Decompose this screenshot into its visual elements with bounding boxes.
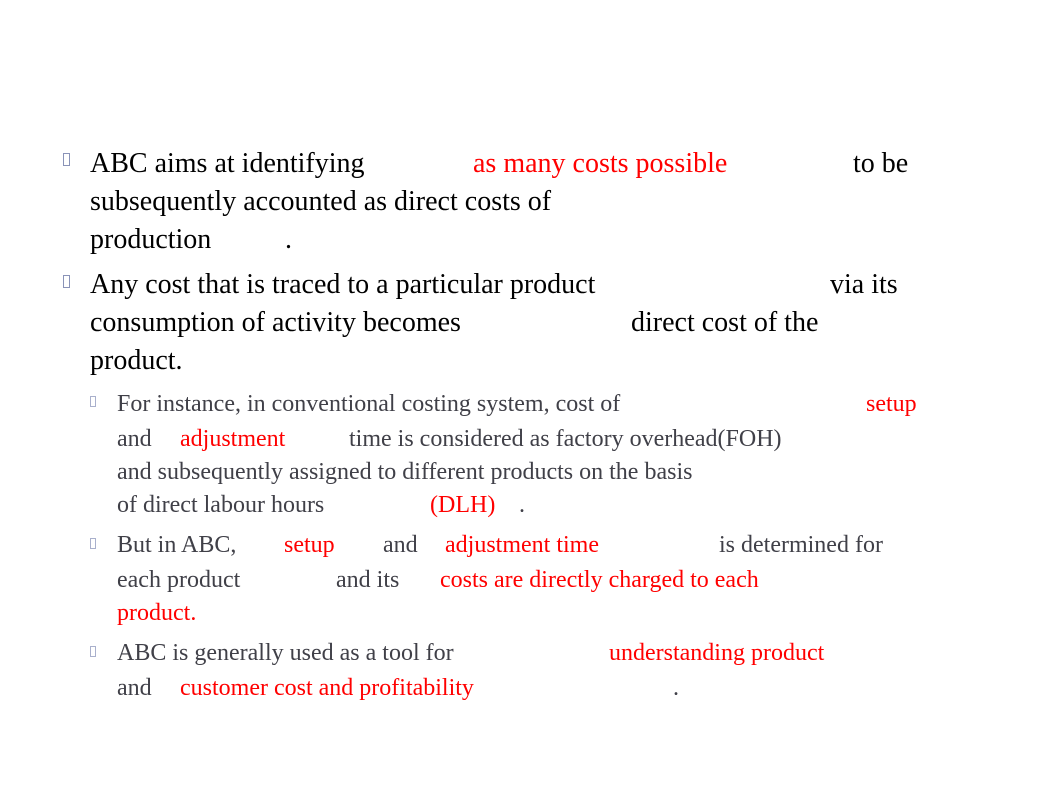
sub-bullet-1-text: time is considered as factory overhead(F… (349, 426, 782, 452)
sub-bullet-2-text: and its (336, 567, 400, 593)
sub-bullet-3-highlight: understanding product (609, 640, 825, 666)
sub-bullet-marker-icon (90, 396, 96, 407)
sub-bullet-marker-icon (90, 646, 96, 657)
bullet-1-text: production (90, 224, 212, 255)
sub-bullet-1-text: . (519, 492, 525, 518)
bullet-2-text: Any cost that is traced to a particular … (90, 269, 596, 300)
bullet-2-text: product. (90, 345, 183, 376)
sub-bullet-2-highlight: adjustment time (445, 532, 599, 558)
sub-bullet-2-text: But in ABC, (117, 532, 237, 558)
sub-bullet-2-text: is determined for (719, 532, 883, 558)
bullet-1-text: subsequently accounted as direct costs o… (90, 186, 552, 217)
sub-bullet-1-highlight: (DLH) (430, 492, 496, 518)
bullet-2-text: direct cost of the (631, 307, 819, 338)
slide: ABC aims at identifying as many costs po… (0, 0, 1062, 797)
sub-bullet-marker-icon (90, 538, 96, 549)
bullet-1-text: to be (853, 148, 909, 179)
bullet-1-text: ABC aims at identifying (90, 148, 365, 179)
bullet-marker-icon (63, 153, 70, 166)
bullet-1-highlight: as many costs possible (473, 148, 728, 179)
bullet-2-text: via its (830, 269, 898, 300)
sub-bullet-3-text: . (673, 675, 679, 701)
sub-bullet-1-highlight: setup (866, 391, 917, 417)
sub-bullet-2-highlight: setup (284, 532, 335, 558)
bullet-2-text: consumption of activity becomes (90, 307, 461, 338)
sub-bullet-3-highlight: customer cost and profitability (180, 675, 474, 701)
sub-bullet-2-highlight: product. (117, 600, 197, 626)
sub-bullet-1-text: For instance, in conventional costing sy… (117, 391, 621, 417)
sub-bullet-2-text: each product (117, 567, 241, 593)
sub-bullet-2-highlight: costs are directly charged to each (440, 567, 759, 593)
sub-bullet-1-text: and (117, 426, 152, 452)
sub-bullet-1-text: and subsequently assigned to different p… (117, 459, 693, 485)
sub-bullet-2-text: and (383, 532, 418, 558)
sub-bullet-3-text: and (117, 675, 152, 701)
bullet-marker-icon (63, 275, 70, 288)
sub-bullet-1-text: of direct labour hours (117, 492, 325, 518)
bullet-1-text: . (285, 224, 292, 255)
sub-bullet-1-highlight: adjustment (180, 426, 286, 452)
sub-bullet-3-text: ABC is generally used as a tool for (117, 640, 454, 666)
